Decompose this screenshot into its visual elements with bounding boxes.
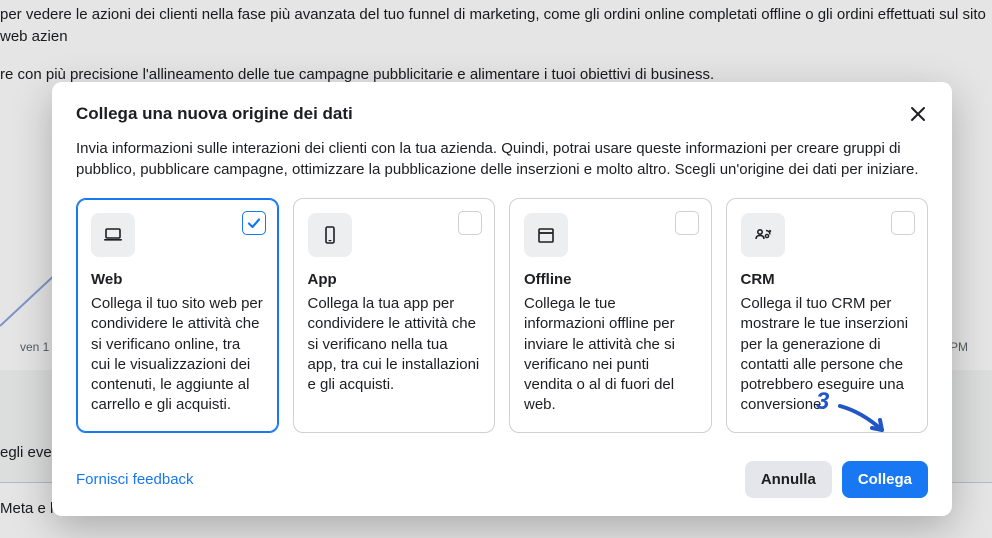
card-desc-crm: Collega il tuo CRM per mostrare le tue i… xyxy=(741,294,914,416)
card-title-crm: CRM xyxy=(741,271,914,288)
connect-data-source-modal: Collega una nuova origine dei dati Invia… xyxy=(52,82,952,516)
card-desc-app: Collega la tua app per condividere le at… xyxy=(308,294,481,395)
store-icon xyxy=(535,224,557,246)
close-icon xyxy=(908,104,928,124)
feedback-link[interactable]: Fornisci feedback xyxy=(76,471,194,488)
card-checkbox-crm[interactable] xyxy=(891,211,915,235)
source-card-web[interactable]: Web Collega il tuo sito web per condivid… xyxy=(76,198,279,433)
card-title-app: App xyxy=(308,271,481,288)
check-icon xyxy=(246,215,262,231)
source-card-offline[interactable]: Offline Collega le tue informazioni offl… xyxy=(509,198,712,433)
card-title-web: Web xyxy=(91,271,264,288)
card-checkbox-offline[interactable] xyxy=(675,211,699,235)
cancel-button[interactable]: Annulla xyxy=(745,461,832,498)
card-title-offline: Offline xyxy=(524,271,697,288)
card-desc-web: Collega il tuo sito web per condividere … xyxy=(91,294,264,416)
close-button[interactable] xyxy=(908,104,928,124)
modal-title: Collega una nuova origine dei dati xyxy=(76,104,353,124)
card-desc-offline: Collega le tue informazioni offline per … xyxy=(524,294,697,416)
laptop-icon xyxy=(102,224,124,246)
people-sync-icon xyxy=(752,224,774,246)
phone-icon xyxy=(319,224,341,246)
card-checkbox-app[interactable] xyxy=(458,211,482,235)
web-icon-box xyxy=(91,213,135,257)
offline-icon-box xyxy=(524,213,568,257)
source-cards: Web Collega il tuo sito web per condivid… xyxy=(76,198,928,433)
modal-subtitle: Invia informazioni sulle interazioni dei… xyxy=(76,138,928,180)
source-card-crm[interactable]: CRM Collega il tuo CRM per mostrare le t… xyxy=(726,198,929,433)
card-checkbox-web[interactable] xyxy=(242,211,266,235)
crm-icon-box xyxy=(741,213,785,257)
app-icon-box xyxy=(308,213,352,257)
connect-button[interactable]: Collega xyxy=(842,461,928,498)
source-card-app[interactable]: App Collega la tua app per condividere l… xyxy=(293,198,496,433)
